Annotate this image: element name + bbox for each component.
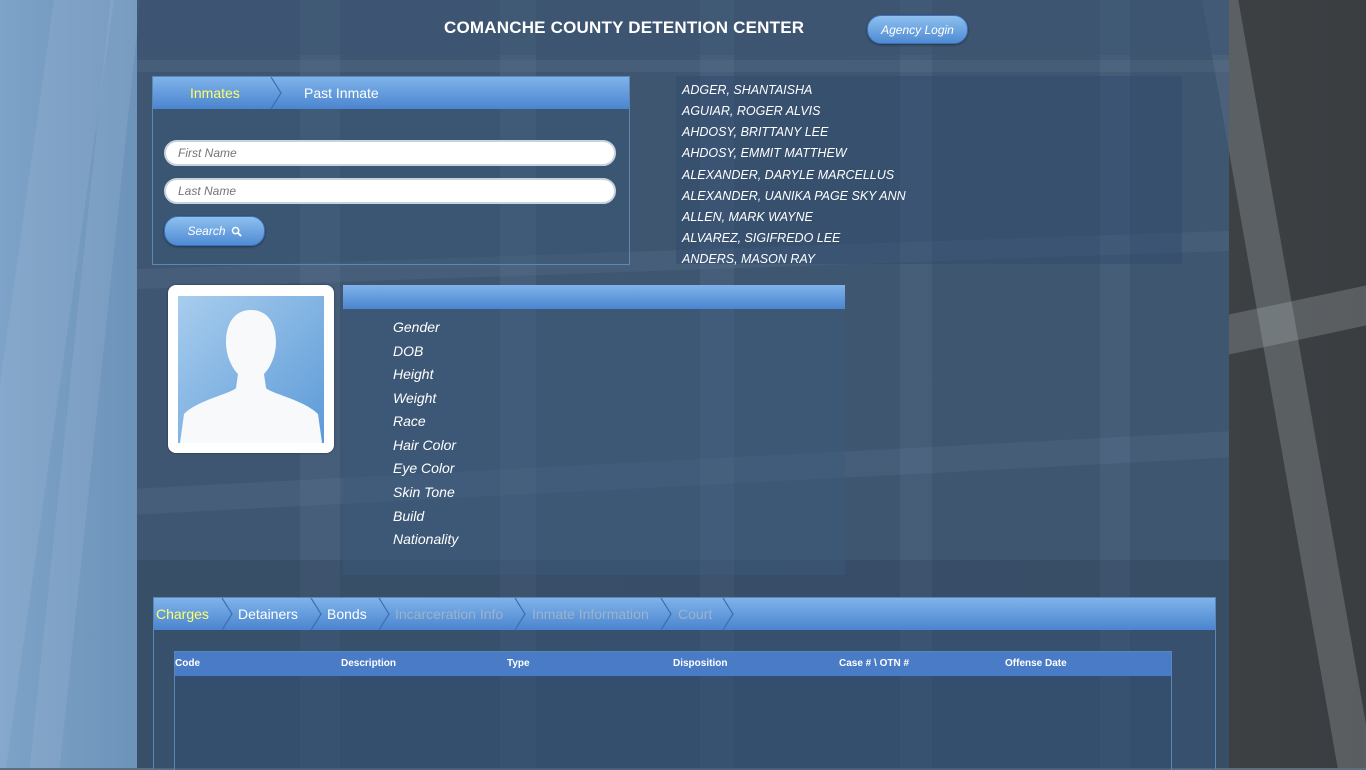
- detail-label-nationality: Nationality: [393, 531, 459, 547]
- inmate-link[interactable]: ALLEN, MARK WAYNE: [682, 210, 813, 224]
- tab-past-inmate[interactable]: Past Inmate: [304, 77, 379, 109]
- inmate-photo: [168, 285, 334, 453]
- detail-label-race: Race: [393, 413, 426, 429]
- agency-login-button[interactable]: Agency Login: [867, 15, 968, 44]
- charges-panel: Charges Detainers Bonds Incarceration In…: [153, 597, 1216, 770]
- search-icon: [231, 226, 242, 237]
- column-header-disposition: Disposition: [673, 658, 728, 669]
- details-header: [343, 285, 845, 309]
- avatar-placeholder: [178, 296, 324, 443]
- column-header-description: Description: [341, 658, 397, 669]
- tab-bonds[interactable]: Bonds: [327, 598, 367, 630]
- inmate-link[interactable]: AHDOSY, EMMIT MATTHEW: [682, 146, 847, 160]
- column-header-code: Code: [175, 658, 200, 669]
- detail-label-weight: Weight: [393, 390, 437, 406]
- inmate-list: ADGER, SHANTAISHA AGUIAR, ROGER ALVIS AH…: [676, 76, 1182, 266]
- detail-label-build: Build: [393, 508, 425, 524]
- inmate-link[interactable]: ALEXANDER, UANIKA PAGE SKY ANN: [682, 189, 906, 203]
- first-name-input[interactable]: [164, 140, 616, 166]
- tab-separator-icon: [221, 598, 233, 630]
- detail-label-dob: DOB: [393, 343, 424, 359]
- inmate-link[interactable]: AHDOSY, BRITTANY LEE: [682, 125, 828, 139]
- charges-table: Code Description Type Disposition Case #…: [174, 651, 1172, 770]
- search-tabbar: Inmates Past Inmate: [153, 77, 629, 109]
- tab-court[interactable]: Court: [678, 598, 712, 630]
- tab-separator-icon: [378, 598, 390, 630]
- tab-charges[interactable]: Charges: [156, 598, 209, 630]
- detail-label-eye-color: Eye Color: [393, 460, 455, 476]
- column-header-case-otn: Case # \ OTN #: [839, 658, 910, 669]
- tab-inmate-information[interactable]: Inmate Information: [532, 598, 649, 630]
- tab-separator-icon: [270, 77, 282, 109]
- inmate-link[interactable]: ADGER, SHANTAISHA: [682, 83, 812, 97]
- tab-separator-icon: [660, 598, 672, 630]
- detail-label-skin-tone: Skin Tone: [393, 484, 455, 500]
- column-header-offense-date: Offense Date: [1005, 658, 1067, 669]
- detail-label-height: Height: [393, 366, 434, 382]
- inmate-link[interactable]: ALEXANDER, DARYLE MARCELLUS: [682, 168, 894, 182]
- tab-separator-icon: [722, 598, 734, 630]
- inmate-details-panel: Gender DOB Height Weight Race Hair Color…: [343, 285, 845, 575]
- tab-detainers[interactable]: Detainers: [238, 598, 298, 630]
- tab-inmates[interactable]: Inmates: [190, 77, 240, 109]
- search-button[interactable]: Search: [164, 216, 265, 246]
- inmate-link[interactable]: ALVAREZ, SIGIFREDO LEE: [682, 231, 840, 245]
- person-silhouette-icon: [180, 310, 322, 443]
- detail-label-hair-color: Hair Color: [393, 437, 457, 453]
- charges-table-header: Code Description Type Disposition Case #…: [175, 652, 1171, 676]
- search-panel: Inmates Past Inmate Search: [152, 76, 630, 265]
- page-title: COMANCHE COUNTY DETENTION CENTER: [444, 18, 805, 37]
- detail-label-gender: Gender: [393, 319, 440, 335]
- tab-separator-icon: [310, 598, 322, 630]
- inmate-link[interactable]: ANDERS, MASON RAY: [682, 252, 815, 266]
- inmate-link[interactable]: AGUIAR, ROGER ALVIS: [682, 104, 820, 118]
- search-button-label: Search: [187, 224, 226, 238]
- column-header-type: Type: [507, 658, 530, 669]
- last-name-input[interactable]: [164, 178, 616, 204]
- charges-tabbar: Charges Detainers Bonds Incarceration In…: [154, 598, 1215, 630]
- tab-incarceration-info[interactable]: Incarceration Info: [395, 598, 503, 630]
- tab-separator-icon: [514, 598, 526, 630]
